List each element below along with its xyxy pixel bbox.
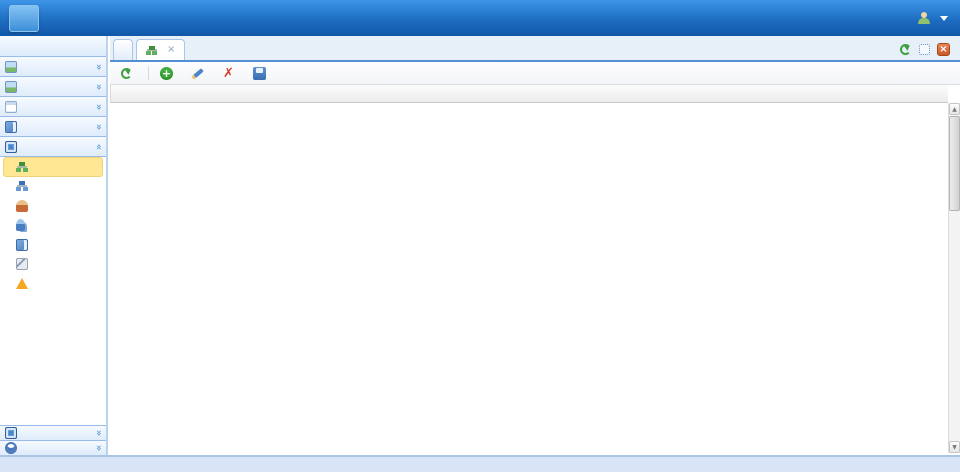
sitemap-icon — [16, 161, 28, 173]
dict-icon — [16, 239, 28, 251]
toolbar-separator — [148, 66, 149, 80]
chevron-down-icon: » — [93, 445, 103, 451]
close-tab-icon[interactable]: × — [167, 45, 175, 55]
sidebar-accordion-3[interactable]: » — [0, 117, 106, 137]
sidebar-accordion-1[interactable]: » — [0, 77, 106, 97]
save-icon — [253, 67, 266, 80]
scroll-down-icon[interactable]: ▼ — [949, 441, 960, 453]
param-icon — [16, 258, 28, 270]
toolbar-button-3[interactable] — [216, 65, 245, 82]
delete-icon — [222, 67, 235, 80]
sidebar-item-2[interactable] — [3, 196, 103, 216]
toolbar-button-4[interactable] — [247, 65, 276, 82]
close-icon[interactable] — [937, 43, 950, 56]
materiel-icon — [5, 81, 17, 93]
app-logo — [9, 5, 39, 32]
product-icon — [5, 61, 17, 73]
toolbar — [110, 62, 960, 85]
log-icon — [16, 278, 28, 289]
chevron-down-icon: » — [93, 63, 103, 69]
warehouse-management-app: »»»»« »» × ▲ ▼ — [0, 0, 960, 472]
sidebar-accordions: » » » » « — [0, 57, 106, 294]
add-icon — [160, 67, 173, 80]
app-header — [0, 0, 960, 36]
sitemap-icon — [146, 45, 157, 56]
maximize-icon[interactable] — [918, 43, 931, 56]
current-user-menu[interactable] — [918, 0, 948, 36]
sidebar-item-5[interactable] — [3, 255, 103, 275]
label-icon — [5, 427, 17, 439]
base-settings-icon — [5, 121, 17, 133]
sidebar-bottom-accordions: »» — [0, 425, 106, 455]
sidebar-item-3[interactable] — [3, 216, 103, 236]
edit-icon — [191, 67, 204, 80]
content-panel: × ▲ ▼ — [110, 36, 960, 455]
sidebar-item-6[interactable] — [3, 274, 103, 294]
sidebar-item-1[interactable] — [3, 177, 103, 197]
chevron-down-icon: » — [93, 103, 103, 109]
report-icon — [5, 101, 17, 113]
sidebar-item-4[interactable] — [3, 235, 103, 255]
chevron-down-icon: » — [93, 83, 103, 89]
sidebar-bottom-accordion-1[interactable]: » — [0, 440, 106, 455]
sidebar-accordion-4[interactable]: « — [0, 137, 106, 157]
role-icon — [16, 200, 28, 212]
users-icon — [16, 219, 25, 231]
refresh-icon — [120, 67, 133, 80]
scrollbar-thumb[interactable] — [949, 116, 960, 211]
scroll-up-icon[interactable]: ▲ — [949, 103, 960, 115]
system-settings-icon — [5, 141, 17, 153]
chevron-up-icon: « — [93, 143, 103, 149]
workflow-icon — [5, 442, 17, 454]
org-icon — [16, 180, 28, 192]
tab-bar: × — [110, 36, 960, 62]
datagrid-header — [110, 85, 948, 103]
row-number-header — [110, 85, 111, 103]
tab-1[interactable]: × — [136, 39, 185, 60]
refresh-icon[interactable] — [899, 43, 912, 56]
datagrid-body — [110, 103, 768, 452]
chevron-down-icon: » — [93, 123, 103, 129]
toolbar-button-0[interactable] — [114, 65, 143, 82]
toolbar-button-2[interactable] — [185, 65, 214, 82]
chevron-down-icon — [940, 16, 948, 25]
sidebar: »»»»« »» — [0, 36, 108, 455]
vertical-scrollbar[interactable]: ▲ ▼ — [948, 103, 960, 453]
toolbar-button-1[interactable] — [154, 65, 183, 82]
sidebar-bottom-accordion-0[interactable]: » — [0, 425, 106, 440]
system-settings-menu — [0, 157, 106, 294]
sidebar-item-0[interactable] — [3, 157, 103, 177]
user-icon — [918, 12, 930, 24]
sidebar-accordion-2[interactable]: » — [0, 97, 106, 117]
tabs: × — [113, 39, 188, 60]
sidebar-panel-header — [0, 36, 106, 57]
footer — [0, 455, 960, 472]
sidebar-accordion-0[interactable]: » — [0, 57, 106, 77]
panel-tools — [899, 43, 960, 60]
chevron-down-icon: » — [93, 430, 103, 436]
tab-0[interactable] — [113, 39, 133, 60]
